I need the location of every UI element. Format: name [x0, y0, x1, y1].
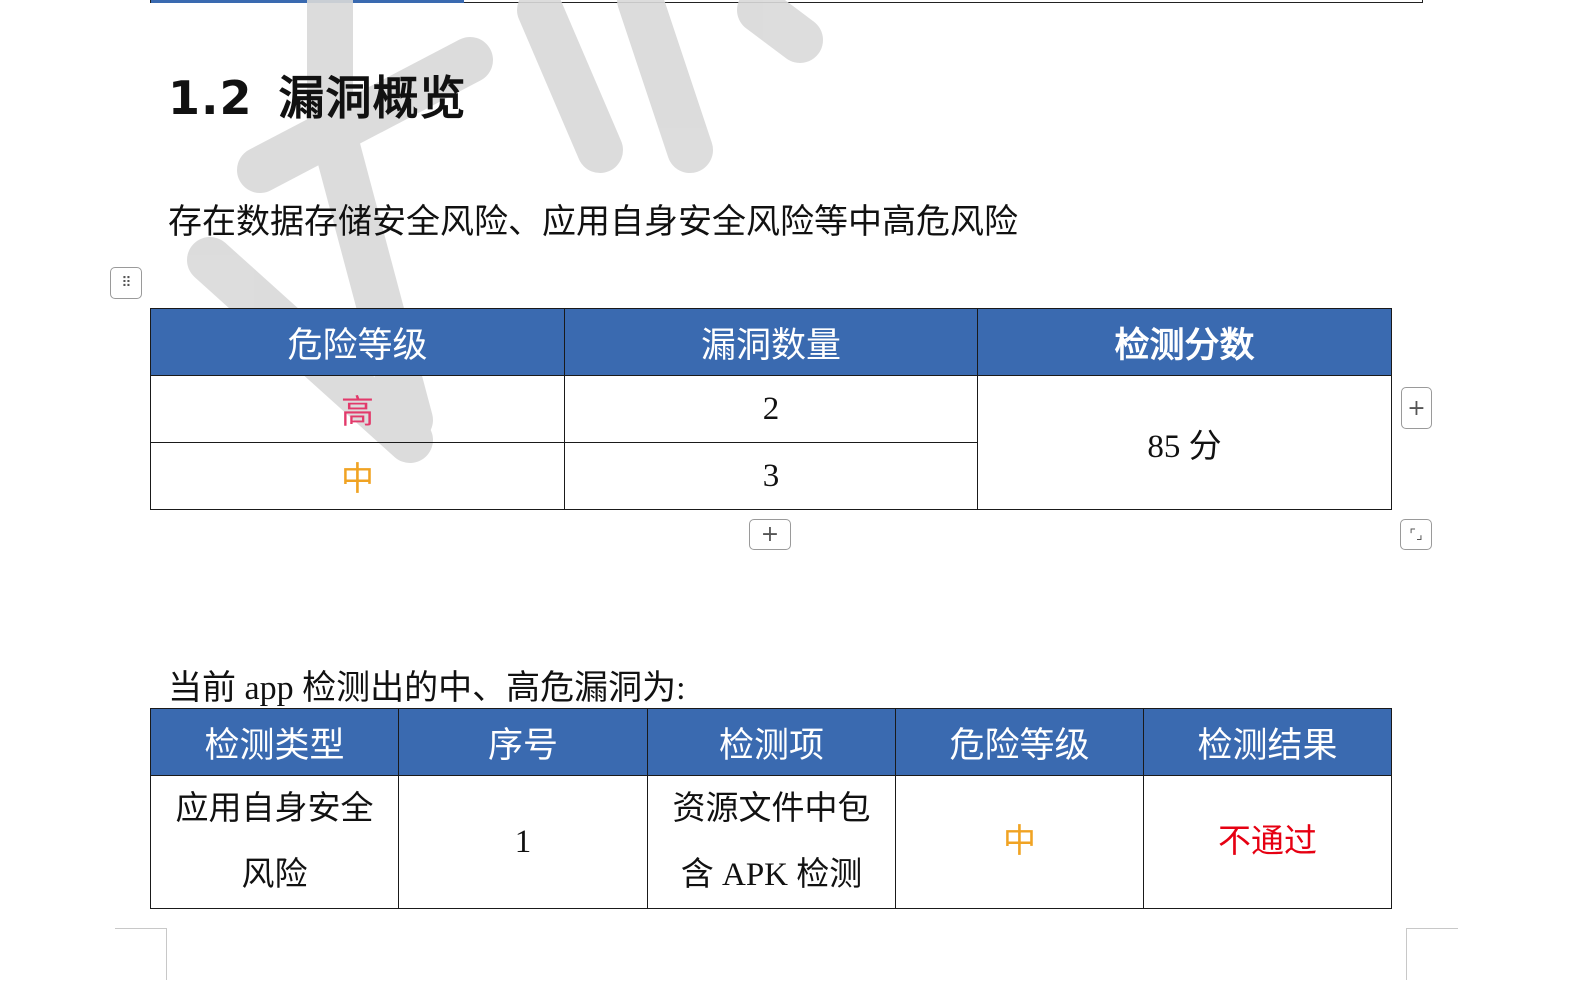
header-vuln-count: 漏洞数量 — [564, 308, 978, 376]
section-title: 漏洞概览 — [278, 71, 467, 125]
table-resize-handle[interactable]: ⌜⌟ — [1400, 519, 1432, 550]
index-cell: 1 — [398, 775, 648, 909]
header-score: 检测分数 — [977, 308, 1392, 376]
section-number: 1.2 — [168, 71, 253, 125]
page-corner-right — [1406, 928, 1458, 980]
header-risk-level: 危险等级 — [895, 708, 1144, 776]
resize-icon: ⌜⌟ — [1409, 526, 1423, 543]
table-header-row: 检测类型 序号 检测项 危险等级 检测结果 — [150, 708, 1392, 776]
table-row: 应用自身安全风险 1 资源文件中包含 APK 检测 中 不通过 — [150, 775, 1392, 909]
header-check-item: 检测项 — [647, 708, 896, 776]
check-item-cell: 资源文件中包含 APK 检测 — [647, 775, 896, 909]
risk-level-high: 高 — [150, 375, 565, 443]
check-type-cell: 应用自身安全风险 — [150, 775, 399, 909]
page-corner-left — [115, 928, 167, 980]
vuln-count-high: 2 — [564, 375, 978, 443]
detail-table: 检测类型 序号 检测项 危险等级 检测结果 应用自身安全风险 1 资源文件中包含… — [150, 708, 1392, 909]
plus-icon: + — [760, 522, 780, 547]
header-result: 检测结果 — [1143, 708, 1392, 776]
add-column-button[interactable]: + — [1401, 387, 1432, 429]
header-risk-level: 危险等级 — [150, 308, 565, 376]
vuln-count-medium: 3 — [564, 442, 978, 510]
add-row-button[interactable]: + — [749, 519, 791, 550]
score-cell: 85 分 — [977, 375, 1392, 510]
plus-icon: + — [1407, 395, 1426, 421]
overview-table: 危险等级 漏洞数量 检测分数 高 2 85 分 中 3 — [150, 308, 1392, 510]
grip-icon: ⠿ — [121, 275, 131, 291]
result-cell: 不通过 — [1143, 775, 1392, 909]
top-table-edge — [150, 0, 1423, 3]
header-check-type: 检测类型 — [150, 708, 399, 776]
table-row: 高 2 85 分 — [150, 375, 1392, 510]
risk-level-medium: 中 — [150, 442, 565, 510]
header-index: 序号 — [398, 708, 648, 776]
summary-text: 存在数据存储安全风险、应用自身安全风险等中高危风险 — [168, 204, 1018, 241]
table-header-row: 危险等级 漏洞数量 检测分数 — [150, 308, 1392, 376]
detail-intro-text: 当前 app 检测出的中、高危漏洞为: — [168, 670, 686, 707]
risk-level-cell: 中 — [895, 775, 1144, 909]
section-heading: 1.2 漏洞概览 — [168, 62, 467, 128]
table-move-handle[interactable]: ⠿ — [110, 267, 142, 299]
